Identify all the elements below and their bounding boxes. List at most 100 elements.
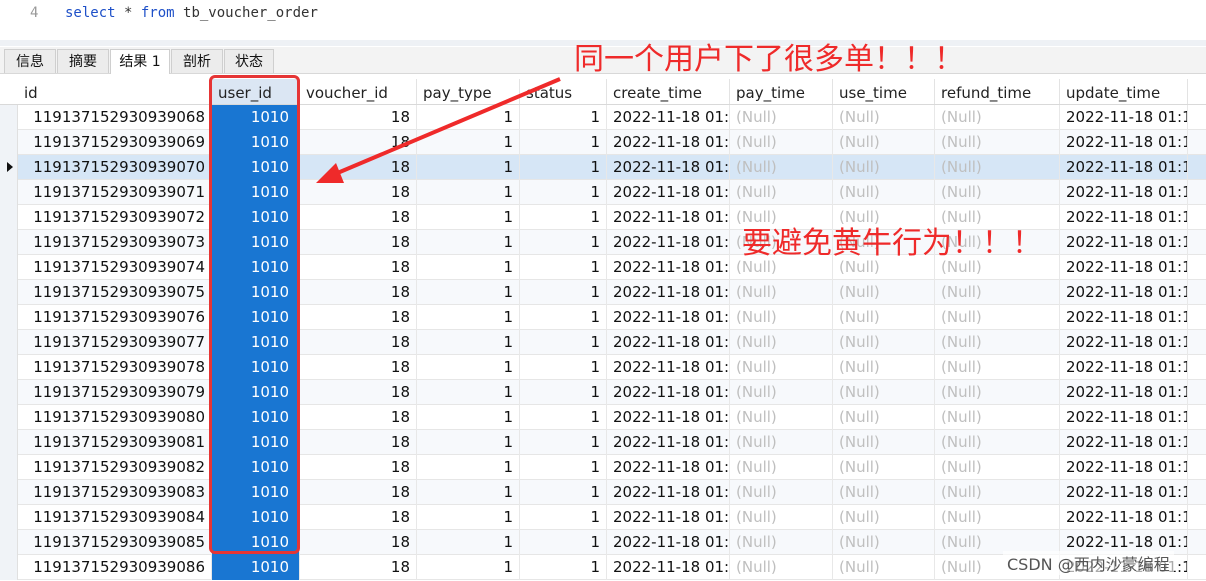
cell-voucher-id[interactable]: 18 xyxy=(300,205,417,230)
row-header[interactable] xyxy=(0,455,18,480)
cell-user-id[interactable]: 1010 xyxy=(212,330,300,355)
cell-refund-time[interactable]: (Null) xyxy=(935,130,1060,155)
cell-status[interactable]: 1 xyxy=(520,480,607,505)
cell-update-time[interactable]: 2022-11-18 01:1 xyxy=(1060,130,1188,155)
row-header[interactable] xyxy=(0,130,18,155)
cell-pay-type[interactable]: 1 xyxy=(417,180,520,205)
column-header-refund-time[interactable]: refund_time xyxy=(935,79,1060,104)
cell-refund-time[interactable]: (Null) xyxy=(935,455,1060,480)
cell-pay-time[interactable]: (Null) xyxy=(730,355,833,380)
cell-create-time[interactable]: 2022-11-18 01: xyxy=(607,555,730,580)
cell-status[interactable]: 1 xyxy=(520,380,607,405)
cell-user-id[interactable]: 1010 xyxy=(212,355,300,380)
cell-refund-time[interactable]: (Null) xyxy=(935,330,1060,355)
table-row[interactable]: 119137152930939081 1010 18 1 1 2022-11-18 01:… xyxy=(0,430,1206,455)
cell-pay-type[interactable]: 1 xyxy=(417,130,520,155)
cell-use-time[interactable]: (Null) xyxy=(833,405,935,430)
row-header[interactable] xyxy=(0,155,18,180)
cell-use-time[interactable]: (Null) xyxy=(833,505,935,530)
cell-user-id[interactable]: 1010 xyxy=(212,305,300,330)
cell-voucher-id[interactable]: 18 xyxy=(300,155,417,180)
cell-user-id[interactable]: 1010 xyxy=(212,530,300,555)
cell-id[interactable]: 119137152930939073 xyxy=(18,230,212,255)
cell-pay-type[interactable]: 1 xyxy=(417,505,520,530)
cell-user-id[interactable]: 1010 xyxy=(212,130,300,155)
column-header-create-time[interactable]: create_time xyxy=(607,79,730,104)
cell-id[interactable]: 119137152930939069 xyxy=(18,130,212,155)
cell-pay-time[interactable]: (Null) xyxy=(730,405,833,430)
cell-voucher-id[interactable]: 18 xyxy=(300,255,417,280)
row-header[interactable] xyxy=(0,330,18,355)
cell-status[interactable]: 1 xyxy=(520,305,607,330)
cell-create-time[interactable]: 2022-11-18 01: xyxy=(607,455,730,480)
cell-id[interactable]: 119137152930939068 xyxy=(18,105,212,130)
table-row[interactable]: 119137152930939068 1010 18 1 1 2022-11-18 01:… xyxy=(0,105,1206,130)
cell-update-time[interactable]: 2022-11-18 01:1 xyxy=(1060,305,1188,330)
column-header-pay-time[interactable]: pay_time xyxy=(730,79,833,104)
cell-voucher-id[interactable]: 18 xyxy=(300,105,417,130)
cell-status[interactable]: 1 xyxy=(520,330,607,355)
cell-pay-type[interactable]: 1 xyxy=(417,555,520,580)
cell-refund-time[interactable]: (Null) xyxy=(935,480,1060,505)
cell-pay-type[interactable]: 1 xyxy=(417,280,520,305)
cell-voucher-id[interactable]: 18 xyxy=(300,380,417,405)
cell-status[interactable]: 1 xyxy=(520,230,607,255)
cell-use-time[interactable]: (Null) xyxy=(833,455,935,480)
cell-create-time[interactable]: 2022-11-18 01: xyxy=(607,355,730,380)
cell-use-time[interactable]: (Null) xyxy=(833,380,935,405)
row-header[interactable] xyxy=(0,380,18,405)
cell-pay-type[interactable]: 1 xyxy=(417,530,520,555)
cell-create-time[interactable]: 2022-11-18 01: xyxy=(607,405,730,430)
cell-use-time[interactable]: (Null) xyxy=(833,305,935,330)
cell-voucher-id[interactable]: 18 xyxy=(300,355,417,380)
row-header[interactable] xyxy=(0,480,18,505)
table-row[interactable]: 119137152930939070 1010 18 1 1 2022-11-18 01:… xyxy=(0,155,1206,180)
cell-update-time[interactable]: 2022-11-18 01:1 xyxy=(1060,380,1188,405)
cell-create-time[interactable]: 2022-11-18 01: xyxy=(607,255,730,280)
cell-pay-type[interactable]: 1 xyxy=(417,380,520,405)
cell-update-time[interactable]: 2022-11-18 01:1 xyxy=(1060,455,1188,480)
cell-user-id[interactable]: 1010 xyxy=(212,480,300,505)
cell-user-id[interactable]: 1010 xyxy=(212,280,300,305)
cell-create-time[interactable]: 2022-11-18 01: xyxy=(607,105,730,130)
cell-pay-time[interactable]: (Null) xyxy=(730,105,833,130)
cell-id[interactable]: 119137152930939072 xyxy=(18,205,212,230)
cell-id[interactable]: 119137152930939075 xyxy=(18,280,212,305)
cell-use-time[interactable]: (Null) xyxy=(833,330,935,355)
cell-create-time[interactable]: 2022-11-18 01: xyxy=(607,180,730,205)
table-row[interactable]: 119137152930939084 1010 18 1 1 2022-11-18 01:… xyxy=(0,505,1206,530)
cell-id[interactable]: 119137152930939077 xyxy=(18,330,212,355)
cell-refund-time[interactable]: (Null) xyxy=(935,105,1060,130)
column-header-user-id[interactable]: user_id xyxy=(212,79,300,104)
cell-user-id[interactable]: 1010 xyxy=(212,230,300,255)
cell-voucher-id[interactable]: 18 xyxy=(300,130,417,155)
cell-voucher-id[interactable]: 18 xyxy=(300,555,417,580)
cell-pay-type[interactable]: 1 xyxy=(417,230,520,255)
cell-id[interactable]: 119137152930939085 xyxy=(18,530,212,555)
cell-pay-time[interactable]: (Null) xyxy=(730,555,833,580)
cell-update-time[interactable]: 2022-11-18 01:1 xyxy=(1060,105,1188,130)
cell-voucher-id[interactable]: 18 xyxy=(300,330,417,355)
table-row[interactable]: 119137152930939080 1010 18 1 1 2022-11-18 01:… xyxy=(0,405,1206,430)
column-header-pay-type[interactable]: pay_type xyxy=(417,79,520,104)
cell-pay-type[interactable]: 1 xyxy=(417,430,520,455)
cell-update-time[interactable]: 2022-11-18 01:1 xyxy=(1060,180,1188,205)
table-row[interactable]: 119137152930939082 1010 18 1 1 2022-11-18 01:… xyxy=(0,455,1206,480)
cell-update-time[interactable]: 2022-11-18 01:1 xyxy=(1060,155,1188,180)
cell-use-time[interactable]: (Null) xyxy=(833,555,935,580)
cell-use-time[interactable]: (Null) xyxy=(833,355,935,380)
cell-id[interactable]: 119137152930939082 xyxy=(18,455,212,480)
cell-id[interactable]: 119137152930939081 xyxy=(18,430,212,455)
table-row[interactable]: 119137152930939077 1010 18 1 1 2022-11-18 01:… xyxy=(0,330,1206,355)
cell-refund-time[interactable]: (Null) xyxy=(935,155,1060,180)
cell-pay-time[interactable]: (Null) xyxy=(730,180,833,205)
cell-id[interactable]: 119137152930939080 xyxy=(18,405,212,430)
column-header-voucher-id[interactable]: voucher_id xyxy=(300,79,417,104)
cell-create-time[interactable]: 2022-11-18 01: xyxy=(607,230,730,255)
cell-voucher-id[interactable]: 18 xyxy=(300,455,417,480)
row-header[interactable] xyxy=(0,430,18,455)
cell-pay-time[interactable]: (Null) xyxy=(730,305,833,330)
table-row[interactable]: 119137152930939079 1010 18 1 1 2022-11-18 01:… xyxy=(0,380,1206,405)
cell-pay-time[interactable]: (Null) xyxy=(730,280,833,305)
cell-update-time[interactable]: 2022-11-18 01:1 xyxy=(1060,405,1188,430)
